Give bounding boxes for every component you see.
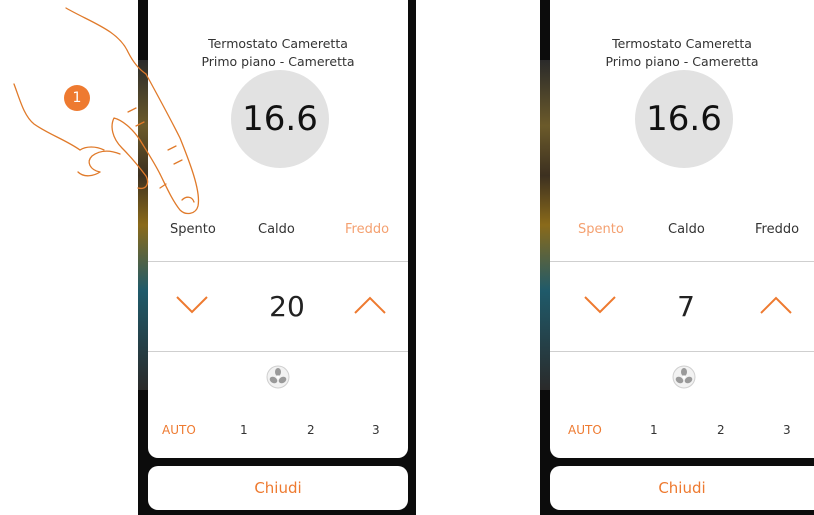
close-button[interactable]: Chiudi (148, 466, 408, 510)
fan-speed-auto[interactable]: AUTO (568, 423, 602, 437)
close-button[interactable]: Chiudi (550, 466, 814, 510)
decrease-setpoint-button[interactable] (175, 294, 209, 316)
fan-speed-3[interactable]: 3 (372, 423, 380, 437)
fan-speed-2[interactable]: 2 (307, 423, 315, 437)
fan-icon (672, 365, 696, 389)
divider (148, 351, 408, 352)
mode-caldo[interactable]: Caldo (258, 222, 295, 237)
fan-speed-1[interactable]: 1 (240, 423, 248, 437)
increase-setpoint-button[interactable] (353, 294, 387, 316)
thermostat-panel: Termostato Cameretta Primo piano - Camer… (550, 0, 814, 458)
divider (550, 261, 814, 262)
fan-speed-3[interactable]: 3 (783, 423, 791, 437)
fan-speed-2[interactable]: 2 (717, 423, 725, 437)
fan-icon (266, 365, 290, 389)
setpoint-value: 20 (269, 290, 305, 323)
step-number-badge: 1 (64, 85, 90, 111)
setpoint-value: 7 (677, 290, 695, 323)
phone-screen-right: Termostato Cameretta Primo piano - Camer… (540, 0, 814, 515)
fan-speed-auto[interactable]: AUTO (162, 423, 196, 437)
current-temperature: 16.6 (635, 70, 733, 168)
background-stripe (540, 60, 550, 390)
mode-spento[interactable]: Spento (578, 222, 624, 237)
increase-setpoint-button[interactable] (759, 294, 793, 316)
current-temperature: 16.6 (231, 70, 329, 168)
mode-caldo[interactable]: Caldo (668, 222, 705, 237)
thermostat-location: Primo piano - Cameretta (605, 54, 759, 69)
pointing-hand-illustration (13, 7, 200, 215)
mode-spento[interactable]: Spento (170, 222, 216, 237)
divider (550, 351, 814, 352)
decrease-setpoint-button[interactable] (583, 294, 617, 316)
mode-freddo[interactable]: Freddo (755, 222, 799, 237)
divider (148, 261, 408, 262)
thermostat-name: Termostato Cameretta (612, 36, 752, 51)
fan-speed-1[interactable]: 1 (650, 423, 658, 437)
mode-freddo[interactable]: Freddo (345, 222, 389, 237)
